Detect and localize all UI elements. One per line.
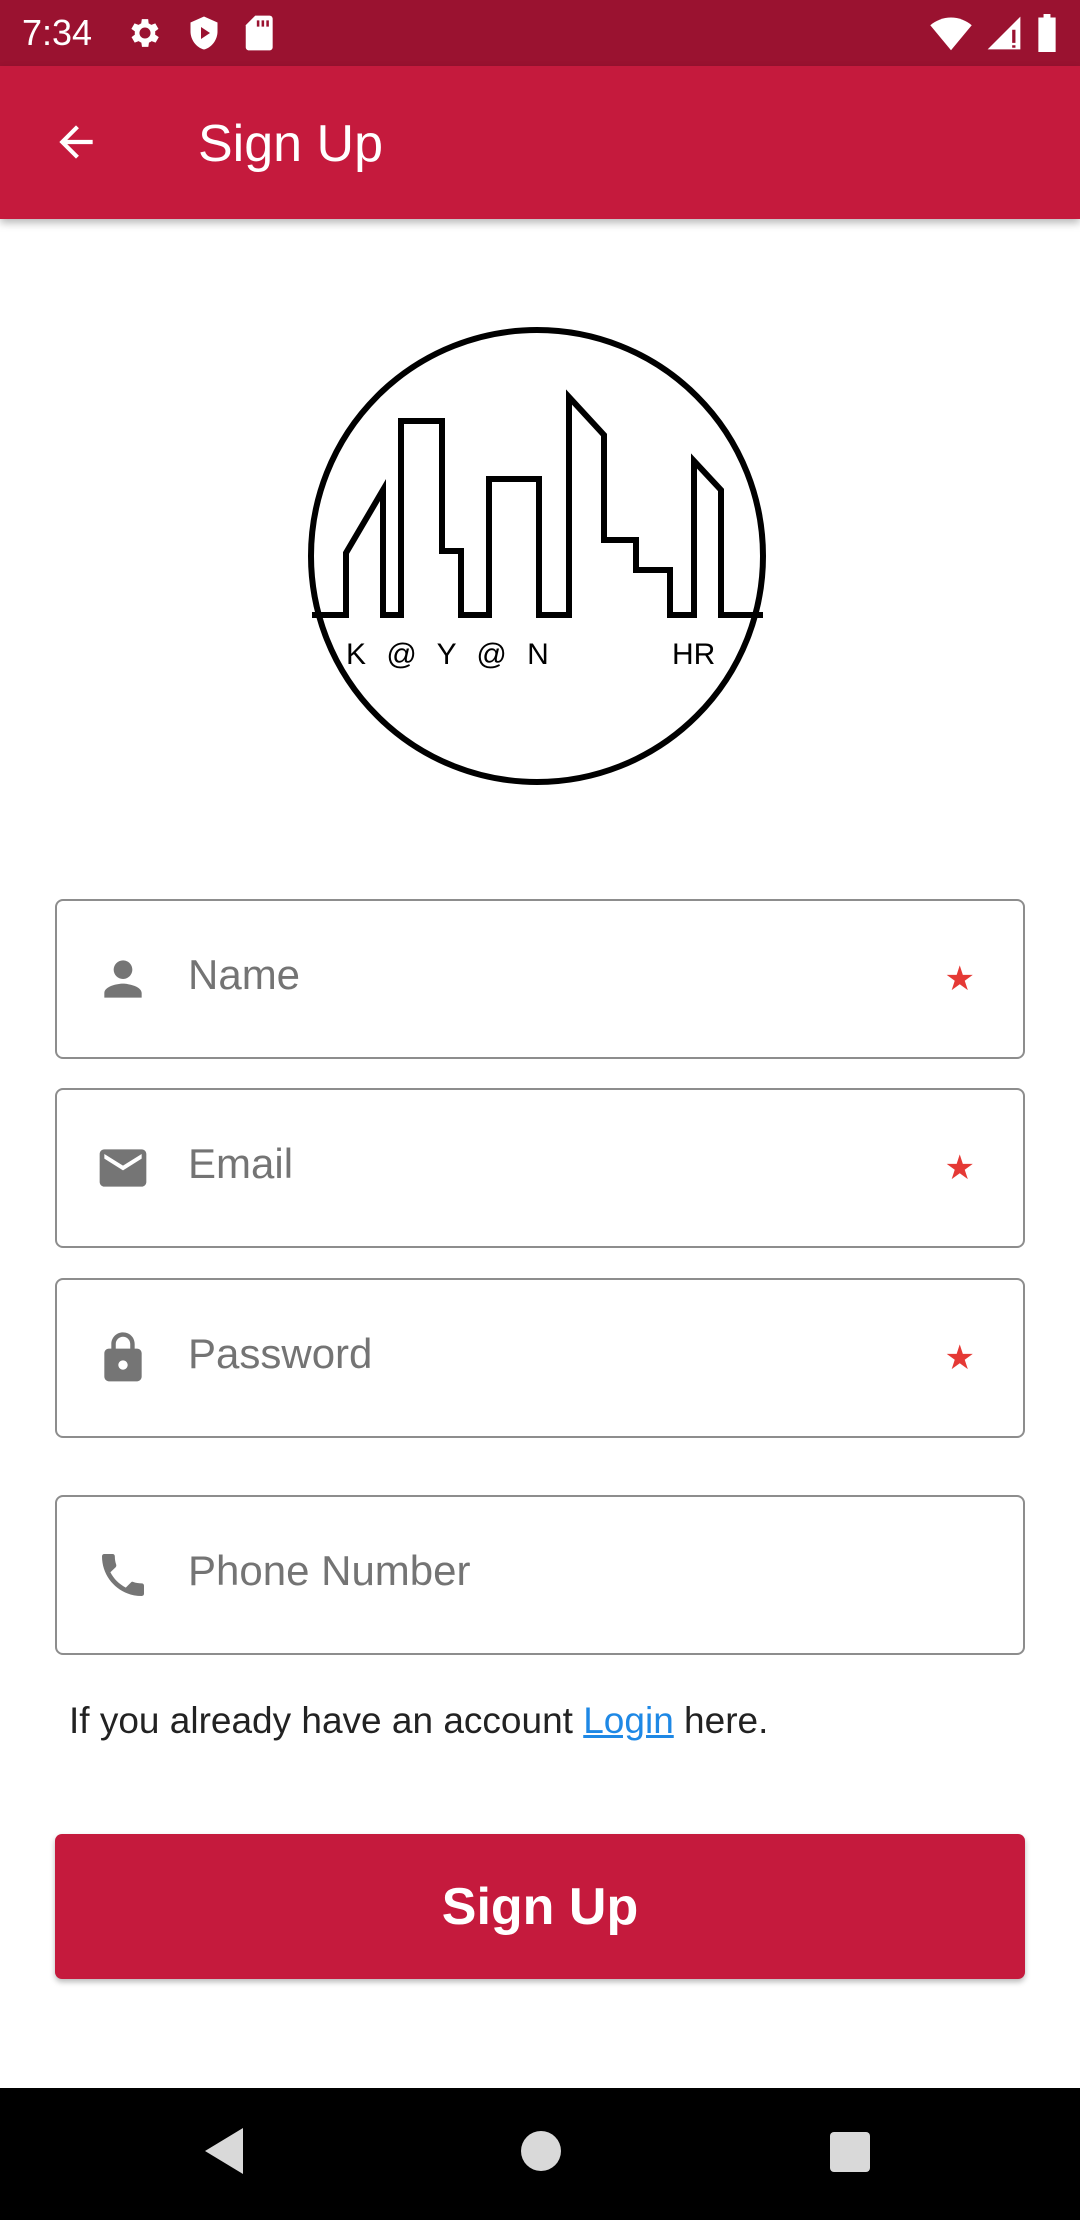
signal-icon — [986, 14, 1022, 52]
phone-number-placeholder: Phone Number — [188, 1547, 471, 1594]
login-prompt-suffix: here. — [673, 1700, 769, 1741]
required-indicator: ★ — [944, 1339, 975, 1377]
status-time: 7:34 — [22, 12, 93, 53]
sign-up-button-label: Sign Up — [441, 1877, 639, 1936]
arrow-back-icon — [59, 125, 93, 159]
login-prompt: If you already have an account Login her… — [69, 1700, 768, 1742]
lock-icon — [93, 1328, 153, 1388]
status-right-icons — [930, 14, 1058, 52]
login-link[interactable]: Login — [583, 1700, 674, 1741]
settings-icon — [126, 14, 164, 52]
name-field[interactable]: Name ★ — [55, 899, 1025, 1059]
back-button[interactable] — [40, 106, 112, 178]
login-prompt-text: If you already have an account — [69, 1700, 584, 1741]
wifi-icon — [930, 14, 972, 52]
person-icon — [93, 949, 153, 1009]
company-logo: K @ Y @ N HR — [306, 325, 768, 787]
back-nav-icon[interactable] — [203, 2126, 247, 2181]
status-bar: 7:34 — [0, 0, 1080, 66]
status-left-icons — [126, 14, 276, 52]
name-placeholder: Name — [188, 951, 301, 998]
app-bar: Sign Up — [0, 66, 1080, 219]
password-placeholder: Password — [188, 1330, 373, 1377]
sd-card-icon — [244, 14, 276, 52]
required-indicator: ★ — [944, 1149, 975, 1187]
sign-up-button[interactable]: Sign Up — [55, 1834, 1025, 1979]
required-indicator: ★ — [944, 960, 975, 998]
shield-icon — [186, 14, 222, 52]
navigation-bar — [0, 2088, 1080, 2220]
phone-icon — [93, 1545, 153, 1605]
logo-text-right: HR — [672, 638, 715, 671]
mail-icon — [93, 1138, 153, 1198]
recents-nav-icon[interactable] — [828, 2126, 872, 2181]
phone-number-field[interactable]: Phone Number — [55, 1495, 1025, 1655]
battery-icon — [1036, 14, 1058, 52]
email-field[interactable]: Email ★ — [55, 1088, 1025, 1248]
page-title: Sign Up — [198, 115, 383, 173]
logo-text-left: K @ Y @ N — [346, 638, 555, 671]
password-field[interactable]: Password ★ — [55, 1278, 1025, 1438]
email-placeholder: Email — [188, 1140, 294, 1187]
home-nav-icon[interactable] — [519, 2126, 563, 2181]
